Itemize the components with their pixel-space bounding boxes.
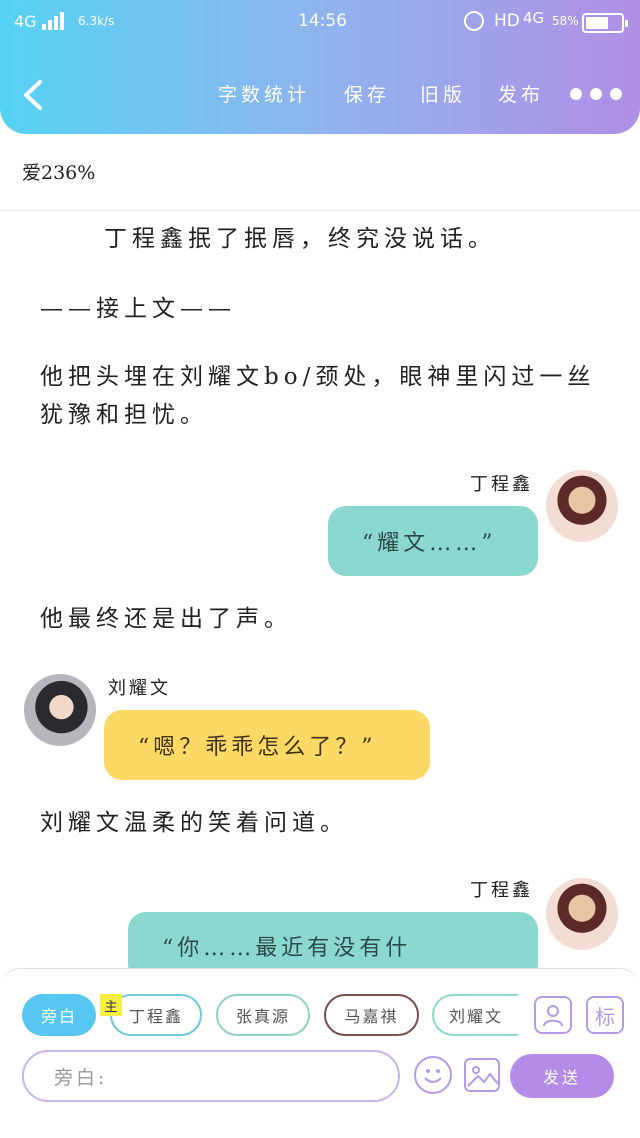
- signal-icon: [42, 12, 64, 30]
- publish-button[interactable]: 发布: [498, 80, 544, 107]
- story-paragraph: 他最终还是出了声。: [40, 606, 292, 632]
- mark-button[interactable]: 标: [586, 996, 624, 1034]
- role-ma-button[interactable]: 马嘉祺: [324, 994, 419, 1036]
- avatar: [546, 470, 618, 542]
- speaker-name: 丁程鑫: [470, 880, 533, 901]
- message-input[interactable]: 旁白:: [22, 1050, 400, 1102]
- more-options-icon[interactable]: [570, 88, 622, 100]
- emoji-button[interactable]: [414, 1056, 452, 1094]
- avatar: [24, 674, 96, 746]
- back-button[interactable]: [20, 78, 46, 112]
- speaker-name: 丁程鑫: [470, 474, 533, 495]
- role-liu-button[interactable]: 刘耀文: [432, 994, 518, 1036]
- add-role-button[interactable]: [534, 996, 572, 1034]
- divider: [0, 210, 640, 211]
- story-paragraph: 丁程鑫抿了抿唇，终究没说话。: [104, 226, 496, 252]
- save-button[interactable]: 保存: [344, 80, 390, 107]
- battery-percent: 58%: [552, 14, 579, 28]
- network-label-2: 4G: [523, 9, 545, 27]
- story-paragraph: ——接上文——: [40, 296, 236, 322]
- battery-icon: [582, 13, 628, 33]
- network-label: 4G: [14, 12, 37, 31]
- send-button[interactable]: 发送: [510, 1054, 614, 1098]
- role-zhang-button[interactable]: 张真源: [216, 994, 310, 1036]
- alarm-icon: [464, 11, 484, 31]
- avatar: [546, 878, 618, 950]
- story-paragraph: 他把头埋在刘耀文bo/颈处，眼神里闪过一丝: [40, 364, 596, 390]
- clock: 14:56: [298, 11, 347, 31]
- network-speed: 6.3k/s: [78, 14, 115, 28]
- old-version-button[interactable]: 旧版: [420, 80, 466, 107]
- person-icon: [543, 1005, 563, 1027]
- role-ding-button[interactable]: 丁程鑫: [110, 994, 202, 1036]
- story-paragraph: 犹豫和担忧。: [40, 402, 208, 428]
- word-count-button[interactable]: 字数统计: [218, 80, 310, 107]
- top-header: 4G 6.3k/s 14:56 HD 4G 58% 字数统计 保存 旧版 发布: [0, 0, 640, 134]
- dialogue-bubble: “耀文……”: [328, 506, 538, 576]
- dialogue-bubble: “嗯？乖乖怎么了？”: [104, 710, 430, 780]
- story-paragraph: 刘耀文温柔的笑着问道。: [40, 810, 348, 836]
- role-narration-button[interactable]: 旁白: [22, 994, 96, 1036]
- mark-icon: 标: [595, 1004, 615, 1029]
- image-button[interactable]: [464, 1058, 500, 1092]
- hd-label: HD: [494, 11, 520, 31]
- image-icon: [467, 1066, 498, 1087]
- main-role-badge: 主: [100, 994, 122, 1016]
- speaker-name: 刘耀文: [108, 678, 171, 699]
- status-bar: 4G 6.3k/s 14:56 HD 4G 58%: [0, 8, 640, 36]
- heat-counter: 爱236%: [22, 162, 96, 184]
- smile-icon: [424, 1069, 442, 1083]
- chevron-left-icon: [24, 80, 42, 110]
